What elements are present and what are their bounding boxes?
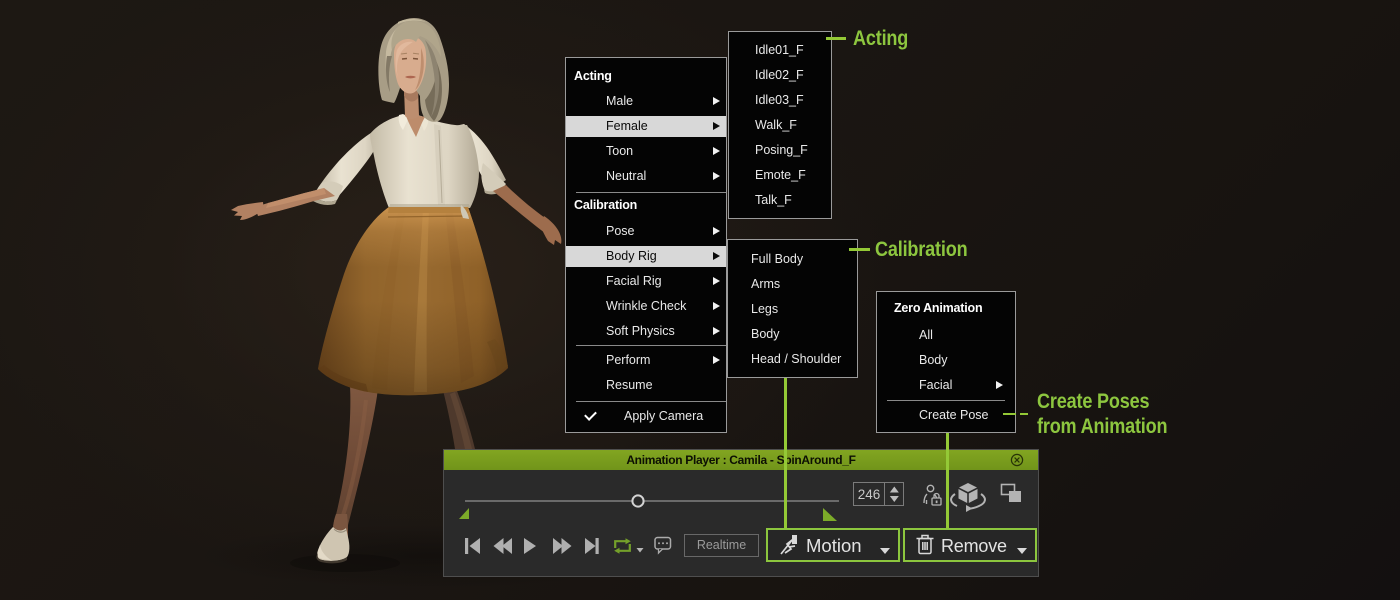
svg-text:246: 246	[858, 487, 881, 502]
